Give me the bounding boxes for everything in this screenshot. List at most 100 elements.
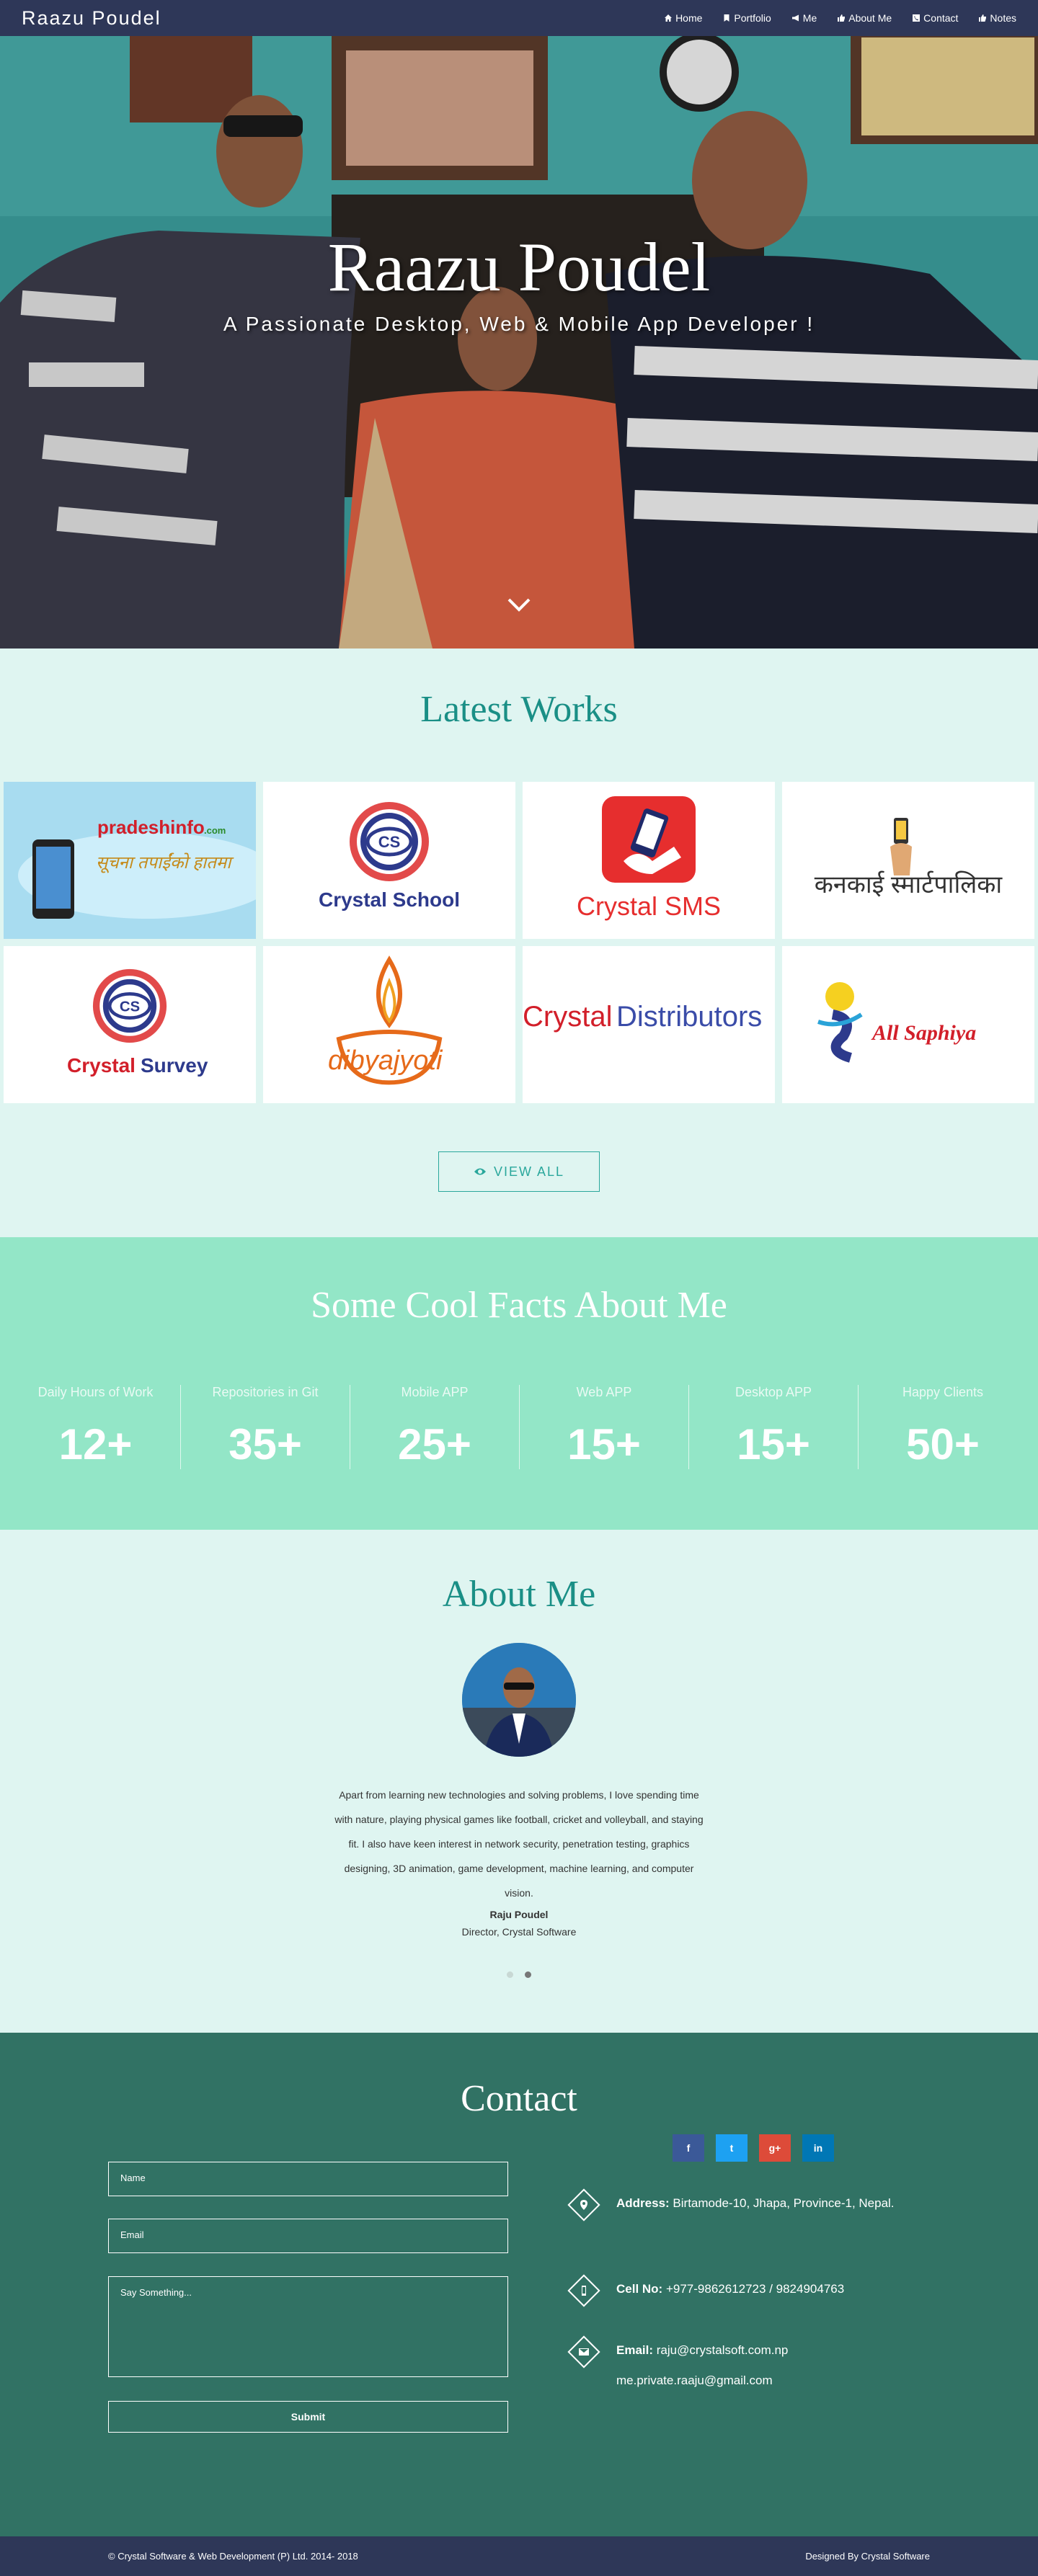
footer-credit[interactable]: Designed By Crystal Software <box>805 2551 930 2562</box>
card-label: pradeshinfo <box>97 816 205 838</box>
address-value: Birtamode-10, Jhapa, Province-1, Nepal. <box>673 2196 895 2210</box>
work-card-all-saphiya[interactable]: All Saphiya <box>782 946 1034 1103</box>
mobile-icon <box>567 2274 600 2307</box>
email-info: Email: raju@crystalsoft.com.np me.private… <box>567 2335 899 2396</box>
card-label: Crystal <box>523 1001 613 1033</box>
card-label: dibyajyoti <box>328 1046 443 1076</box>
facts-title: Some Cool Facts About Me <box>311 1285 727 1326</box>
message-textarea[interactable]: Say Something... <box>108 2276 508 2377</box>
card-label: Crystal SMS <box>576 891 722 921</box>
nav-item-notes[interactable]: Notes <box>978 12 1016 24</box>
fact-value: 35+ <box>229 1420 302 1469</box>
work-card-crystal-sms[interactable]: Crystal SMS <box>523 782 775 939</box>
hero-title: Raazu Poudel <box>327 228 711 306</box>
carousel-dots <box>507 1971 531 1978</box>
fact-label: Desktop APP <box>735 1385 812 1399</box>
about-role: Director, Crystal Software <box>461 1926 577 1938</box>
card-label: Crystal School <box>318 888 461 911</box>
card-label-suffix: Survey <box>141 1054 208 1077</box>
card-label: कनकाई स्मार्टपालिका <box>814 871 1003 899</box>
nav-item-me[interactable]: Me <box>791 12 817 24</box>
chevron-down-icon[interactable] <box>506 595 532 614</box>
saphiya-logo-icon <box>817 982 863 1063</box>
fact-label: Repositories in Git <box>212 1385 319 1399</box>
contact-title: Contact <box>461 2078 577 2119</box>
about-text: Apart from learning new technologies and… <box>334 1789 704 1899</box>
view-all-button[interactable]: VIEW ALL <box>438 1151 600 1192</box>
avatar <box>462 1643 576 1757</box>
fact-label: Daily Hours of Work <box>37 1385 154 1399</box>
fact-item: Desktop APP 15+ <box>688 1385 858 1469</box>
email-label: Email: <box>616 2343 654 2357</box>
fact-item: Happy Clients 50+ <box>858 1385 1027 1469</box>
work-card-crystal-distributors[interactable]: Crystal Distributors <box>523 946 775 1103</box>
nav-item-label: Notes <box>990 12 1016 24</box>
nav-item-home[interactable]: Home <box>664 12 702 24</box>
facts-section: Some Cool Facts About Me Daily Hours of … <box>0 1237 1038 1530</box>
footer: © Crystal Software & Web Development (P)… <box>0 2536 1038 2576</box>
carousel-dot-active[interactable] <box>525 1971 531 1978</box>
facebook-icon[interactable]: f <box>673 2134 704 2162</box>
card-label: All Saphiya <box>872 1021 977 1045</box>
work-card-crystal-survey[interactable]: CS Crystal Survey <box>4 946 256 1103</box>
nav-item-label: Contact <box>923 12 959 24</box>
nav-item-label: Home <box>675 12 703 24</box>
crystal-logo-mark: CS <box>378 833 401 851</box>
facts-row: Daily Hours of Work 12+ Repositories in G… <box>0 1385 1038 1469</box>
fact-value: 25+ <box>398 1420 471 1469</box>
fact-label: Mobile APP <box>401 1385 469 1399</box>
carousel-dot[interactable] <box>507 1971 513 1978</box>
fact-value: 50+ <box>906 1420 980 1469</box>
view-all-label: VIEW ALL <box>493 1164 565 1179</box>
social-links: f t g+ in <box>673 2134 834 2162</box>
top-navbar: Raazu Poudel Home Portfolio Me About Me … <box>0 0 1038 36</box>
email-value-1[interactable]: raju@crystalsoft.com.np <box>657 2343 789 2357</box>
address-info: Address: Birtamode-10, Jhapa, Province-1… <box>567 2188 899 2221</box>
cell-value: +977-9862612723 / 9824904763 <box>665 2282 845 2296</box>
email-value-2[interactable]: me.private.raaju@gmail.com <box>616 2374 773 2387</box>
nav-item-portfolio[interactable]: Portfolio <box>722 12 771 24</box>
twitter-icon[interactable]: t <box>716 2134 748 2162</box>
thumbs-up-icon <box>979 14 987 22</box>
card-label-suffix: .com <box>204 825 226 836</box>
crystal-logo-mark: CS <box>120 999 140 1015</box>
crystal-logo-icon: CS <box>92 968 167 1043</box>
about-section: About Me Apart from learning new technol… <box>0 1530 1038 2033</box>
name-field[interactable]: Name <box>108 2162 508 2196</box>
envelope-icon <box>567 2335 600 2368</box>
home-icon <box>665 14 673 22</box>
card-label: Crystal <box>67 1054 136 1077</box>
hero-subtitle: A Passionate Desktop, Web & Mobile App D… <box>223 313 815 335</box>
nav-item-label: About Me <box>848 12 892 24</box>
eye-icon <box>474 1168 486 1175</box>
latest-works-title: Latest Works <box>420 689 618 730</box>
email-field[interactable]: Email <box>108 2219 508 2253</box>
hero-section: Raazu Poudel A Passionate Desktop, Web &… <box>0 0 1038 649</box>
phone-square-icon <box>913 14 921 22</box>
card-tagline: सूचना तपाईंको हातमा <box>96 853 231 873</box>
google-plus-icon[interactable]: g+ <box>759 2134 791 2162</box>
fact-item: Daily Hours of Work 12+ <box>11 1385 180 1469</box>
cell-info: Cell No: +977-9862612723 / 9824904763 <box>567 2274 899 2307</box>
work-card-crystal-school[interactable]: CS Crystal School <box>263 782 515 939</box>
linkedin-icon[interactable]: in <box>802 2134 834 2162</box>
megaphone-icon <box>791 14 799 22</box>
work-card-dibyajyoti[interactable]: dibyajyoti <box>263 946 515 1103</box>
work-card-kankai[interactable]: कनकाई स्मार्टपालिका <box>782 782 1034 939</box>
card-label-suffix: Distributors <box>616 1001 763 1033</box>
nav-item-label: Portfolio <box>734 12 771 24</box>
fact-label: Web APP <box>576 1385 632 1399</box>
nav-menu: Home Portfolio Me About Me Contact Notes <box>664 12 1016 24</box>
fact-item: Repositories in Git 35+ <box>180 1385 350 1469</box>
fact-value: 12+ <box>58 1420 133 1469</box>
nav-item-label: Me <box>802 12 817 24</box>
fact-item: Web APP 15+ <box>519 1385 688 1469</box>
nav-item-contact[interactable]: Contact <box>912 12 958 24</box>
sms-phone-icon <box>602 796 696 883</box>
work-card-pradeshinfo[interactable]: pradeshinfo .com सूचना तपाईंको हातमा <box>4 782 256 939</box>
nav-item-about[interactable]: About Me <box>837 12 892 24</box>
brand-logo-text[interactable]: Raazu Poudel <box>22 7 161 30</box>
submit-button[interactable]: Submit <box>108 2401 508 2433</box>
cell-label: Cell No: <box>616 2282 663 2296</box>
thumbs-up-icon <box>838 14 846 22</box>
